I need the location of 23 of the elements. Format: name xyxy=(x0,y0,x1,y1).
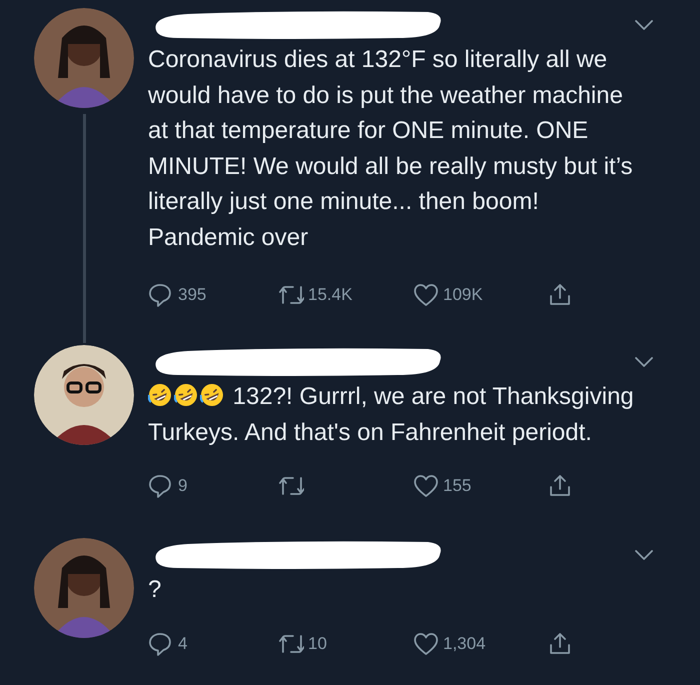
heart-icon[interactable] xyxy=(413,630,439,656)
laughing-face-icon xyxy=(148,383,172,407)
heart-icon[interactable] xyxy=(413,282,439,308)
like-count: 109K xyxy=(443,285,483,305)
reply-count: 4 xyxy=(178,634,188,654)
laughing-face-icon xyxy=(200,383,224,407)
retweet-count: 10 xyxy=(308,634,327,654)
chevron-down-icon[interactable] xyxy=(634,19,654,31)
heart-icon[interactable] xyxy=(413,473,439,499)
chevron-down-icon[interactable] xyxy=(634,549,654,561)
chevron-down-icon[interactable] xyxy=(634,356,654,368)
laughing-face-icon xyxy=(174,383,198,407)
like-count: 155 xyxy=(443,476,472,496)
reply-count: 9 xyxy=(178,476,188,496)
reply-icon[interactable] xyxy=(148,473,174,499)
tweet-text: 132?! Gurrrl, we are not Thanksgiving Turkeys. And that's on Fahrenheit periodt. xyxy=(148,382,635,448)
reply-count: 395 xyxy=(178,285,206,305)
like-count: 1,304 xyxy=(443,634,486,654)
retweet-count: 15.4K xyxy=(308,285,352,305)
reply-icon[interactable] xyxy=(148,630,174,656)
tweet-text: Coronavirus dies at 132°F so literally all we would have to do is put the weather machine at that temperature for ONE minute. ONE MINUTE! We would all be really musty but it’s literally just one minute... then boom! Pandemic over xyxy=(148,45,634,252)
tweet-text: ? xyxy=(148,575,162,605)
reply-icon[interactable] xyxy=(148,282,174,308)
